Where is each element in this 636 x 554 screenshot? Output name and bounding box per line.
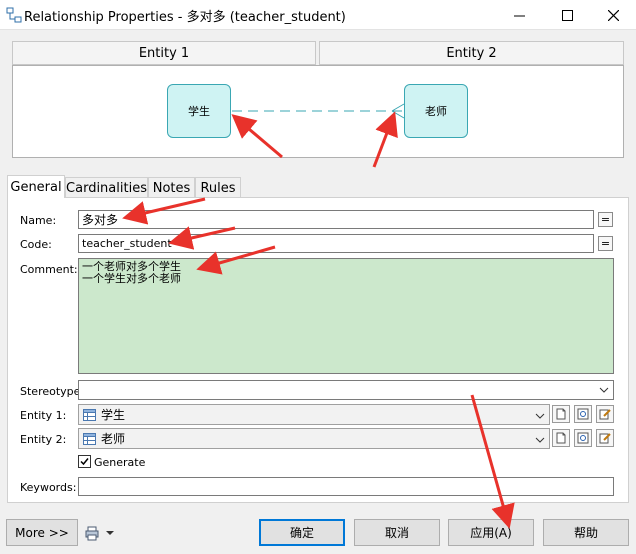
- apply-button[interactable]: 应用(A): [448, 519, 534, 546]
- new-object-icon: [556, 408, 566, 420]
- table-icon: [83, 408, 96, 421]
- entity1-properties-button[interactable]: [574, 405, 592, 423]
- edit-icon: [599, 433, 611, 444]
- tab-notes[interactable]: Notes: [148, 177, 195, 198]
- maximize-button[interactable]: [544, 0, 590, 30]
- entity2-header[interactable]: Entity 2: [319, 41, 624, 65]
- entity2-new-button[interactable]: [552, 429, 570, 447]
- code-sync-button[interactable]: =: [598, 236, 613, 251]
- help-button[interactable]: 帮助: [543, 519, 629, 546]
- name-input[interactable]: 多对多: [78, 210, 594, 229]
- edit-icon: [599, 409, 611, 420]
- minimize-icon: [513, 15, 525, 16]
- chevron-down-icon: [599, 387, 609, 393]
- tab-general[interactable]: General: [7, 175, 65, 198]
- relationship-diagram: 学生 老师: [12, 65, 624, 158]
- tab-cardinalities[interactable]: Cardinalities: [65, 177, 148, 198]
- entity1-edit-button[interactable]: [596, 405, 614, 423]
- entity2-combo[interactable]: 老师: [78, 428, 550, 449]
- generate-label: Generate: [94, 456, 146, 469]
- title-bar: Relationship Properties - 多对多 (teacher_s…: [0, 0, 636, 30]
- entity1-combo[interactable]: 学生: [78, 404, 550, 425]
- stereotype-label: Stereotype:: [20, 385, 85, 398]
- maximize-icon: [561, 9, 573, 21]
- close-icon: [607, 9, 619, 21]
- ok-button[interactable]: 确定: [259, 519, 345, 546]
- name-code-sync-button[interactable]: =: [598, 212, 613, 227]
- print-menu-icon: [85, 526, 99, 541]
- properties-icon: [577, 408, 589, 420]
- print-menu-button[interactable]: [84, 522, 120, 544]
- chevron-down-icon: [535, 413, 545, 419]
- keywords-label: Keywords:: [20, 481, 77, 494]
- entity2-properties-button[interactable]: [574, 429, 592, 447]
- stereotype-combo[interactable]: [78, 380, 614, 400]
- comment-line: 一个学生对多个老师: [82, 272, 181, 285]
- chevron-down-icon: [106, 531, 114, 535]
- checkmark-icon: [80, 458, 89, 466]
- name-label: Name:: [20, 214, 57, 227]
- properties-icon: [577, 432, 589, 444]
- chevron-down-icon: [535, 437, 545, 443]
- more-button[interactable]: More >>: [6, 519, 78, 546]
- code-input[interactable]: teacher_student: [78, 234, 594, 253]
- relationship-icon: [6, 7, 22, 23]
- entity1-new-button[interactable]: [552, 405, 570, 423]
- comment-textarea[interactable]: 一个老师对多个学生 一个学生对多个老师: [78, 258, 614, 374]
- close-button[interactable]: [590, 0, 636, 30]
- entity2-edit-button[interactable]: [596, 429, 614, 447]
- entity1-value: 学生: [101, 408, 126, 422]
- cancel-button[interactable]: 取消: [354, 519, 440, 546]
- window-title: Relationship Properties - 多对多 (teacher_s…: [24, 10, 346, 25]
- relationship-line: [232, 103, 405, 119]
- entity1-header[interactable]: Entity 1: [12, 41, 316, 65]
- entity1-label: Entity 1:: [20, 409, 67, 422]
- generate-checkbox[interactable]: [78, 455, 91, 468]
- keywords-input[interactable]: [78, 477, 614, 496]
- entity2-label: Entity 2:: [20, 433, 67, 446]
- table-icon: [83, 432, 96, 445]
- comment-label: Comment:: [20, 263, 78, 276]
- entity2-value: 老师: [101, 432, 126, 446]
- minimize-button[interactable]: [496, 0, 542, 30]
- tab-rules[interactable]: Rules: [195, 177, 241, 198]
- new-object-icon: [556, 432, 566, 444]
- code-label: Code:: [20, 238, 52, 251]
